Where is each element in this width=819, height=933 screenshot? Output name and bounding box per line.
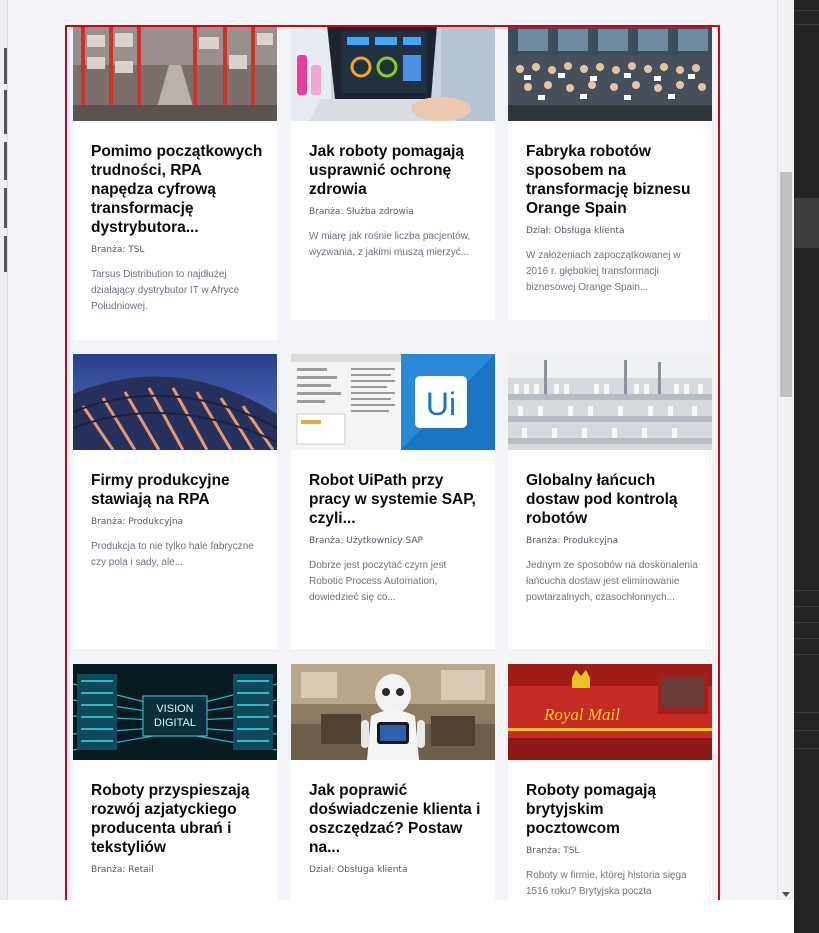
article-card[interactable]: Globalny łańcuch dostaw pod kontrolą rob… xyxy=(508,354,712,649)
gutter-marker xyxy=(4,48,7,84)
scroll-down-arrow-icon[interactable] xyxy=(782,892,790,897)
article-category: Branża: Retail xyxy=(91,865,154,875)
article-category: Branża: TSL xyxy=(526,846,580,856)
bottling-line-image[interactable] xyxy=(508,354,712,450)
vision-digital-image[interactable]: VISION DIGITAL xyxy=(73,664,277,760)
pepper-robot-image[interactable] xyxy=(291,664,495,760)
article-title[interactable]: Globalny łańcuch dostaw pod kontrolą rob… xyxy=(526,471,698,528)
article-excerpt: Jednym ze sposobów na doskonalenia łańcu… xyxy=(526,560,698,603)
overlay-text-vision: VISION xyxy=(156,703,193,715)
article-category: Branża: Użytkownicy SAP xyxy=(309,536,423,546)
article-card[interactable]: Pomimo początkowych trudności, RPA napęd… xyxy=(73,27,277,340)
devtools-selected-row xyxy=(794,198,819,248)
uipath-logo-text: Ui xyxy=(426,386,456,422)
article-card[interactable]: VISION DIGITAL Roboty przyspieszają rozw… xyxy=(73,664,277,906)
gutter-marker xyxy=(4,142,7,180)
article-excerpt: Produkcja to nie tylko hale fabryczne cz… xyxy=(91,541,254,568)
article-category: Dział: Obsługa klienta xyxy=(526,226,625,236)
article-title[interactable]: Roboty pomagają brytyjskim pocztowcom xyxy=(526,781,698,838)
devtools-line xyxy=(794,622,819,623)
article-excerpt: W miarę jak rośnie liczba pacjentów, wyz… xyxy=(309,231,471,258)
warehouse-image[interactable] xyxy=(73,27,277,121)
gutter-marker xyxy=(4,188,7,228)
gutter-marker xyxy=(4,90,7,134)
uipath-sap-screenshot-image[interactable]: Ui xyxy=(291,354,495,450)
article-excerpt: Dobrze jest poczytać czym jest Robotic P… xyxy=(309,560,447,603)
article-title[interactable]: Pomimo początkowych trudności, RPA napęd… xyxy=(91,142,263,237)
devtools-line xyxy=(794,654,819,655)
article-title[interactable]: Robot UiPath przy pracy w systemie SAP, … xyxy=(309,471,481,528)
devtools-bottom-edge xyxy=(794,900,819,933)
scrollbar-thumb[interactable] xyxy=(780,172,792,397)
article-card[interactable]: Fabryka robotów sposobem na transformacj… xyxy=(508,27,712,320)
article-excerpt: Tarsus Distribution to najdłużej działaj… xyxy=(91,269,240,312)
article-category: Dział: Obsługa klienta xyxy=(309,865,408,875)
page-bottom-strip xyxy=(0,900,819,933)
devtools-line xyxy=(794,638,819,639)
article-grid: Pomimo początkowych trudności, RPA napęd… xyxy=(65,25,720,908)
devtools-line xyxy=(794,748,819,749)
healthcare-laptop-image[interactable] xyxy=(291,27,495,121)
article-card[interactable]: Royal Mail Roboty pomagają brytyjskim po… xyxy=(508,664,712,906)
article-category: Branża: TSL xyxy=(91,245,145,255)
article-title[interactable]: Roboty przyspieszają rozwój azjatyckiego… xyxy=(91,781,263,857)
factory-building-image[interactable] xyxy=(73,354,277,450)
article-card[interactable]: Jak roboty pomagają usprawnić ochronę zd… xyxy=(291,27,495,320)
devtools-line xyxy=(794,590,819,591)
article-title[interactable]: Fabryka robotów sposobem na transformacj… xyxy=(526,142,698,218)
devtools-line xyxy=(794,730,819,731)
overlay-text-digital: DIGITAL xyxy=(154,717,196,729)
devtools-line xyxy=(794,24,819,25)
article-card[interactable]: Firmy produkcyjne stawiają na RPA Branża… xyxy=(73,354,277,649)
page-scrollbar[interactable] xyxy=(777,0,794,900)
gutter-marker xyxy=(4,236,7,272)
article-card[interactable]: Ui Robot UiPath przy pracy w systemie SA… xyxy=(291,354,495,649)
left-panel-edge xyxy=(0,0,8,900)
devtools-line xyxy=(794,10,819,11)
royal-mail-van-image[interactable]: Royal Mail xyxy=(508,664,712,760)
article-category: Branża: Produkcyjna xyxy=(526,536,619,546)
article-title[interactable]: Firmy produkcyjne stawiają na RPA xyxy=(91,471,263,509)
article-card[interactable]: Jak poprawić doświadczenie klienta i osz… xyxy=(291,664,495,906)
article-title[interactable]: Jak roboty pomagają usprawnić ochronę zd… xyxy=(309,142,481,199)
devtools-line xyxy=(794,712,819,713)
royal-mail-logo-text: Royal Mail xyxy=(543,705,620,724)
devtools-line xyxy=(794,606,819,607)
article-excerpt: W założeniach zapoczątkowanej w 2016 r. … xyxy=(526,250,681,293)
article-title[interactable]: Jak poprawić doświadczenie klienta i osz… xyxy=(309,781,481,857)
group-photo-image[interactable] xyxy=(508,27,712,121)
article-category: Branża: Służba zdrowia xyxy=(309,207,414,217)
article-category: Branża: Produkcyjna xyxy=(91,517,184,527)
devtools-panel-edge xyxy=(794,0,819,900)
